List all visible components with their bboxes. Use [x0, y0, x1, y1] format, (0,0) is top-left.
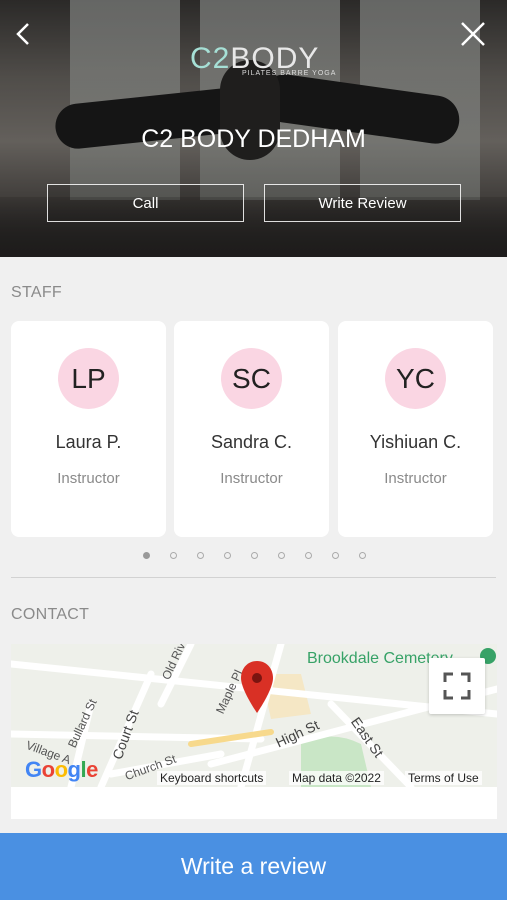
contact-section-label: CONTACT [11, 606, 90, 623]
map-footer-space [11, 787, 497, 819]
staff-card[interactable]: SC Sandra C. Instructor [174, 321, 329, 537]
staff-role: Instructor [220, 470, 283, 487]
pagination-dot[interactable] [197, 552, 204, 559]
staff-role: Instructor [384, 470, 447, 487]
terms-of-use-link[interactable]: Terms of Use [405, 771, 482, 785]
write-a-review-button[interactable]: Write a review [0, 833, 507, 900]
map-data-label: Map data ©2022 [289, 771, 384, 785]
pagination-dot[interactable] [251, 552, 258, 559]
back-chevron-icon[interactable] [8, 18, 40, 50]
close-icon[interactable] [457, 18, 489, 50]
avatar: LP [58, 348, 119, 409]
pagination-dot[interactable] [143, 552, 150, 559]
location-map[interactable]: Brookdale Cemetery Old River Maple Pl Hi… [11, 644, 497, 787]
staff-role: Instructor [57, 470, 120, 487]
staff-name: Sandra C. [210, 432, 293, 452]
staff-name: Laura P. [55, 432, 122, 452]
staff-card[interactable]: YC Yishiuan C. Instructor [338, 321, 493, 537]
call-button[interactable]: Call [47, 184, 244, 222]
keyboard-shortcuts-link[interactable]: Keyboard shortcuts [157, 771, 267, 785]
fullscreen-icon [443, 672, 471, 700]
section-divider [11, 577, 496, 578]
pagination-dot[interactable] [305, 552, 312, 559]
pagination-dot[interactable] [224, 552, 231, 559]
logo-subtitle: PILATES BARRE YOGA [242, 70, 337, 77]
studio-title: C2 BODY DEDHAM [141, 125, 366, 153]
write-review-button[interactable]: Write Review [264, 184, 461, 222]
pagination-dot[interactable] [278, 552, 285, 559]
google-logo: Google [25, 757, 98, 782]
carousel-pagination [0, 550, 507, 562]
pagination-dot[interactable] [332, 552, 339, 559]
pagination-dot[interactable] [170, 552, 177, 559]
fullscreen-map-button[interactable] [429, 658, 485, 714]
hero-banner: C2BODY PILATES BARRE YOGA C2 BODY DEDHAM… [0, 0, 507, 257]
staff-card[interactable]: LP Laura P. Instructor [11, 321, 166, 537]
avatar: YC [385, 348, 446, 409]
pagination-dot[interactable] [359, 552, 366, 559]
avatar: SC [221, 348, 282, 409]
logo-c2-text: C2 [190, 42, 231, 75]
studio-logo: C2BODY PILATES BARRE YOGA [190, 42, 335, 82]
staff-name: Yishiuan C. [369, 432, 462, 452]
map-pin-icon[interactable] [240, 660, 274, 714]
staff-section-label: STAFF [11, 284, 62, 301]
